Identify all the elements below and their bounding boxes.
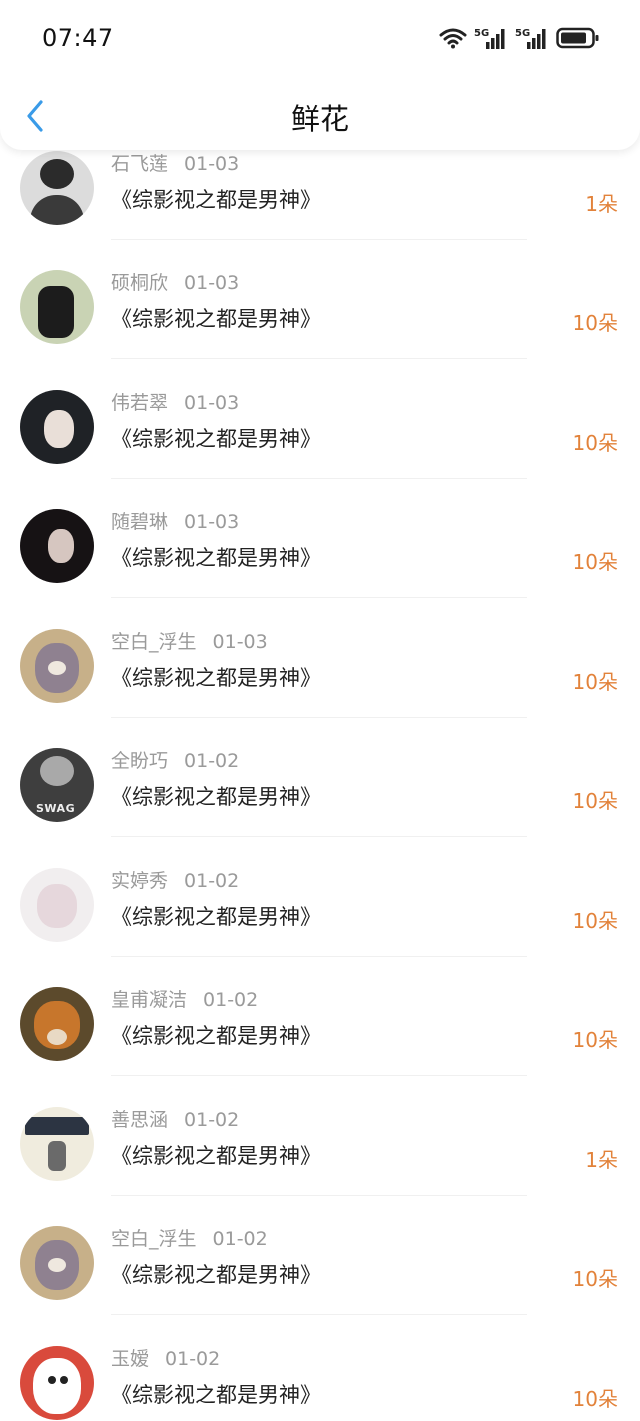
divider: [111, 597, 527, 598]
send-date: 01-03: [184, 511, 240, 533]
send-date: 01-03: [212, 631, 268, 653]
divider: [111, 358, 527, 359]
list-item[interactable]: 硕桐欣 01-03 《综影视之都是男神》 10朵: [0, 265, 640, 385]
flower-count: 10朵: [572, 550, 618, 574]
sender-meta: 伟若翠 01-03: [111, 388, 239, 415]
signal-5g-icon: 5G: [474, 28, 505, 49]
list-item[interactable]: 随碧琳 01-03 《综影视之都是男神》 10朵: [0, 504, 640, 624]
wifi-icon: [439, 28, 467, 49]
avatar[interactable]: [20, 1346, 94, 1420]
list-item[interactable]: 空白_浮生 01-03 《综影视之都是男神》 10朵: [0, 624, 640, 744]
book-title: 《综影视之都是男神》: [111, 785, 321, 809]
book-title: 《综影视之都是男神》: [111, 666, 321, 690]
flower-count: 10朵: [572, 431, 618, 455]
flower-count: 10朵: [572, 1028, 618, 1052]
sender-meta: 硕桐欣 01-03: [111, 268, 239, 295]
send-date: 01-02: [184, 870, 240, 892]
sender-name: 随碧琳: [111, 511, 169, 533]
send-date: 01-02: [165, 1348, 221, 1370]
sender-name: 善思涵: [111, 1109, 169, 1131]
book-title: 《综影视之都是男神》: [111, 1024, 321, 1048]
sender-meta: 玉嫒 01-02: [111, 1344, 220, 1371]
send-date: 01-02: [203, 989, 259, 1011]
book-title: 《综影视之都是男神》: [111, 1263, 321, 1287]
avatar[interactable]: [20, 868, 94, 942]
sender-meta: 随碧琳 01-03: [111, 507, 239, 534]
status-time: 07:47: [42, 24, 114, 52]
list-item[interactable]: SWAG 全盼巧 01-02 《综影视之都是男神》 10朵: [0, 743, 640, 863]
sender-name: 全盼巧: [111, 750, 169, 772]
list-item[interactable]: 玉嫒 01-02 《综影视之都是男神》 10朵: [0, 1341, 640, 1421]
list-item[interactable]: 皇甫凝洁 01-02 《综影视之都是男神》 10朵: [0, 982, 640, 1102]
book-title: 《综影视之都是男神》: [111, 427, 321, 451]
divider: [111, 478, 527, 479]
avatar[interactable]: [20, 1107, 94, 1181]
list-item[interactable]: 实婷秀 01-02 《综影视之都是男神》 10朵: [0, 863, 640, 983]
divider: [111, 956, 527, 957]
sender-meta: 善思涵 01-02: [111, 1105, 239, 1132]
divider: [111, 1075, 527, 1076]
send-date: 01-03: [184, 392, 240, 414]
send-date: 01-02: [184, 750, 240, 772]
book-title: 《综影视之都是男神》: [111, 1383, 321, 1407]
divider: [111, 836, 527, 837]
avatar[interactable]: SWAG: [20, 748, 94, 822]
sender-meta: 石飞莲 01-03: [111, 149, 239, 176]
sender-meta: 空白_浮生 01-03: [111, 627, 268, 654]
flower-count: 1朵: [585, 192, 618, 216]
divider: [111, 1195, 527, 1196]
avatar-caption: SWAG: [36, 802, 76, 815]
divider: [111, 239, 527, 240]
sender-meta: 皇甫凝洁 01-02: [111, 985, 258, 1012]
page-title: 鲜花: [290, 102, 349, 136]
book-title: 《综影视之都是男神》: [111, 546, 321, 570]
divider: [111, 717, 527, 718]
book-title: 《综影视之都是男神》: [111, 1144, 321, 1168]
sender-name: 空白_浮生: [111, 631, 197, 653]
avatar[interactable]: [20, 509, 94, 583]
sender-name: 实婷秀: [111, 870, 169, 892]
divider: [111, 1314, 527, 1315]
status-icons: 5G 5G: [439, 24, 600, 52]
signal-label: 5G: [474, 28, 489, 39]
list-item[interactable]: 空白_浮生 01-02 《综影视之都是男神》 10朵: [0, 1221, 640, 1341]
send-date: 01-02: [212, 1228, 268, 1250]
avatar[interactable]: [20, 629, 94, 703]
avatar[interactable]: [20, 270, 94, 344]
avatar[interactable]: [20, 1226, 94, 1300]
flower-count: 10朵: [572, 1267, 618, 1291]
list-item[interactable]: 石飞莲 01-03 《综影视之都是男神》 1朵: [0, 146, 640, 266]
book-title: 《综影视之都是男神》: [111, 905, 321, 929]
send-date: 01-03: [184, 272, 240, 294]
flower-count: 10朵: [572, 789, 618, 813]
sender-name: 皇甫凝洁: [111, 989, 188, 1011]
sender-name: 石飞莲: [111, 153, 169, 175]
send-date: 01-02: [184, 1109, 240, 1131]
avatar[interactable]: [20, 987, 94, 1061]
sender-name: 伟若翠: [111, 392, 169, 414]
flower-count: 10朵: [572, 1387, 618, 1411]
flower-count: 10朵: [572, 670, 618, 694]
flower-list[interactable]: 石飞莲 01-03 《综影视之都是男神》 1朵 硕桐欣 01-03 《综影视之都是男…: [0, 0, 640, 1421]
send-date: 01-03: [184, 153, 240, 175]
flower-count: 10朵: [572, 909, 618, 933]
battery-icon: [556, 27, 599, 49]
sender-meta: 实婷秀 01-02: [111, 866, 239, 893]
signal-5g-icon: 5G: [515, 28, 546, 49]
avatar[interactable]: [20, 151, 94, 225]
list-item[interactable]: 善思涵 01-02 《综影视之都是男神》 1朵: [0, 1102, 640, 1222]
sender-meta: 空白_浮生 01-02: [111, 1224, 268, 1251]
sender-name: 空白_浮生: [111, 1228, 197, 1250]
signal-label: 5G: [515, 28, 530, 39]
list-item[interactable]: 伟若翠 01-03 《综影视之都是男神》 10朵: [0, 385, 640, 505]
avatar[interactable]: [20, 390, 94, 464]
book-title: 《综影视之都是男神》: [111, 188, 321, 212]
top-bar: 07:47 5G 5G 鲜花: [0, 0, 640, 150]
book-title: 《综影视之都是男神》: [111, 307, 321, 331]
flower-count: 10朵: [572, 311, 618, 335]
sender-name: 玉嫒: [111, 1348, 150, 1370]
sender-name: 硕桐欣: [111, 272, 169, 294]
sender-meta: 全盼巧 01-02: [111, 746, 239, 773]
flower-count: 1朵: [585, 1148, 618, 1172]
